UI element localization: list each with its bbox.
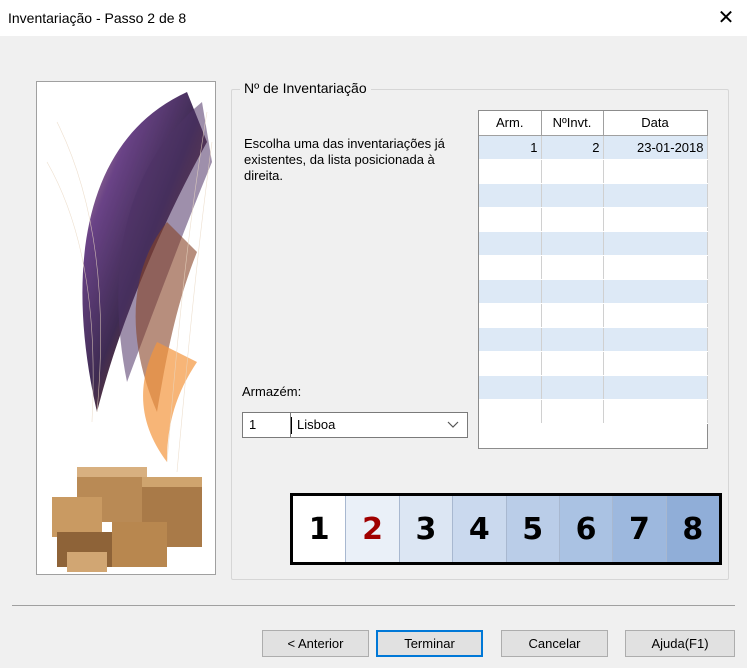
table-row[interactable] [479, 399, 708, 424]
step-4: 4 [453, 496, 507, 562]
empty-cell [603, 207, 708, 232]
empty-cell [479, 279, 542, 304]
table-row[interactable] [479, 351, 708, 376]
empty-cell [541, 231, 604, 256]
feather-boxes-illustration [46, 92, 213, 572]
finish-button[interactable]: Terminar [376, 630, 483, 657]
empty-cell [541, 375, 604, 400]
step-3: 3 [399, 496, 454, 562]
inventory-grid[interactable]: Arm. NºInvt. Data 1 2 23-01-2018 [478, 110, 708, 449]
cell-date: 23-01-2018 [603, 135, 708, 160]
table-row[interactable] [479, 255, 708, 280]
empty-cell [603, 159, 708, 184]
warehouse-select[interactable]: Lisboa [290, 412, 468, 438]
wizard-steps-indicator: 12345678 [290, 493, 722, 565]
empty-cell [603, 231, 708, 256]
cell-invt: 2 [541, 135, 604, 160]
instructions-text: Escolha uma das inventariações já existe… [244, 136, 445, 183]
empty-cell [603, 351, 708, 376]
warehouse-code-field[interactable]: 1 [242, 412, 290, 438]
table-row[interactable] [479, 327, 708, 352]
empty-cell [541, 303, 604, 328]
empty-cell [479, 207, 542, 232]
step-1: 1 [293, 496, 347, 562]
empty-cell [479, 255, 542, 280]
table-row[interactable] [479, 279, 708, 304]
step-5: 5 [506, 496, 560, 562]
empty-cell [479, 183, 542, 208]
empty-cell [479, 303, 542, 328]
cancel-button[interactable]: Cancelar [501, 630, 608, 657]
empty-cell [479, 159, 542, 184]
step-6: 6 [559, 496, 614, 562]
empty-cell [541, 327, 604, 352]
table-row[interactable] [479, 183, 708, 208]
empty-cell [541, 183, 604, 208]
column-header-invt[interactable]: NºInvt. [541, 111, 604, 136]
empty-cell [603, 327, 708, 352]
empty-cell [479, 351, 542, 376]
column-header-date[interactable]: Data [603, 111, 708, 136]
warehouse-name: Lisboa [297, 417, 336, 432]
title-bar: Inventariação - Passo 2 de 8 ✕ [0, 0, 747, 36]
empty-cell [479, 375, 542, 400]
empty-cell [541, 159, 604, 184]
empty-cell [603, 255, 708, 280]
step-2: 2 [346, 496, 400, 562]
table-row[interactable] [479, 375, 708, 400]
close-icon[interactable]: ✕ [711, 4, 741, 32]
text-cursor [291, 417, 292, 434]
empty-cell [541, 255, 604, 280]
table-row[interactable] [479, 159, 708, 184]
separator-line [12, 605, 735, 606]
empty-cell [541, 399, 604, 424]
table-row[interactable] [479, 303, 708, 328]
empty-cell [603, 303, 708, 328]
empty-cell [603, 183, 708, 208]
empty-cell [479, 327, 542, 352]
step-7: 7 [613, 496, 667, 562]
wizard-side-image [36, 81, 216, 575]
empty-cell [603, 375, 708, 400]
empty-cell [603, 399, 708, 424]
empty-cell [479, 399, 542, 424]
empty-cell [603, 279, 708, 304]
table-row[interactable]: 1 2 23-01-2018 [479, 135, 708, 160]
empty-cell [541, 207, 604, 232]
table-row[interactable] [479, 207, 708, 232]
window-title: Inventariação - Passo 2 de 8 [8, 10, 187, 26]
chevron-down-icon[interactable] [447, 416, 459, 437]
warehouse-label: Armazém: [242, 384, 302, 399]
table-row[interactable] [479, 231, 708, 256]
group-legend: Nº de Inventariação [240, 80, 371, 96]
empty-cell [541, 279, 604, 304]
empty-cell [479, 231, 542, 256]
help-button[interactable]: Ajuda(F1) [625, 630, 735, 657]
cell-arm: 1 [479, 135, 542, 160]
previous-button[interactable]: < Anterior [262, 630, 369, 657]
step-8: 8 [666, 496, 719, 562]
column-header-arm[interactable]: Arm. [479, 111, 542, 136]
empty-cell [541, 351, 604, 376]
